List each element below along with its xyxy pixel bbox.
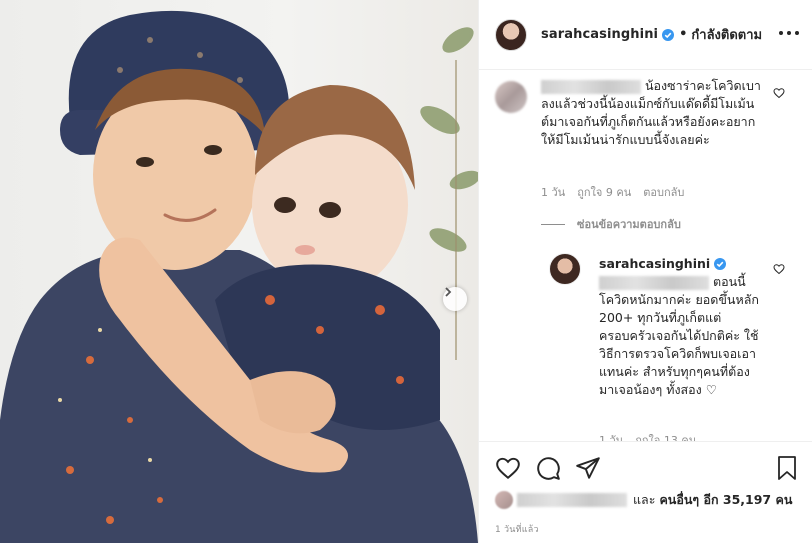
- likes-summary[interactable]: และ คนอื่นๆ อีก 35,197 คน: [495, 490, 792, 510]
- share-icon[interactable]: [575, 455, 601, 481]
- reply-text: ตอนนี้โควิดหนักมากค่ะ ยอดขึ้นหลัก 200+ ท…: [599, 274, 759, 397]
- comment-icon[interactable]: [535, 455, 561, 481]
- liker-username[interactable]: [517, 493, 627, 507]
- post-photo[interactable]: [0, 0, 478, 543]
- post-timestamp: 1 วันที่แล้ว: [495, 525, 539, 535]
- reply-text-block: sarahcasinghini ตอนนี้โควิดหนักมากค่ะ ยอ…: [599, 255, 759, 399]
- reply-time: 1 วัน: [599, 434, 624, 441]
- liker-avatar: [495, 491, 513, 509]
- reply-avatar[interactable]: [549, 253, 581, 285]
- verified-icon: [714, 258, 727, 270]
- likes-and-label: และ: [633, 492, 656, 507]
- post-actions: และ คนอื่นๆ อีก 35,197 คน 1 วันที่แล้ว: [479, 441, 812, 543]
- chevron-right-icon: [445, 287, 452, 297]
- bookmark-icon[interactable]: [775, 455, 799, 481]
- post-header: sarahcasinghini • กำลังติดตาม: [479, 0, 812, 70]
- comment-likes[interactable]: ถูกใจ 9 คน: [577, 183, 631, 201]
- reply-meta: 1 วัน ถูกใจ 13 คน: [599, 431, 696, 441]
- hide-replies-button[interactable]: ซ่อนข้อความตอบกลับ: [541, 215, 681, 233]
- verified-icon: [662, 28, 675, 41]
- post-side-panel: sarahcasinghini • กำลังติดตาม น้องซาร่าค…: [478, 0, 812, 543]
- reply-likes[interactable]: ถูกใจ 13 คน: [635, 431, 696, 441]
- reply-button[interactable]: ตอบกลับ: [643, 183, 684, 201]
- commenter-username[interactable]: [541, 79, 641, 94]
- avatar[interactable]: [495, 18, 527, 51]
- following-button[interactable]: กำลังติดตาม: [691, 24, 762, 45]
- username-link[interactable]: sarahcasinghini: [541, 27, 658, 42]
- comment-meta: 1 วัน ถูกใจ 9 คน ตอบกลับ: [541, 183, 684, 201]
- commenter-avatar[interactable]: [495, 81, 527, 113]
- reply-username[interactable]: sarahcasinghini: [599, 255, 710, 273]
- comment-time: 1 วัน: [541, 186, 566, 199]
- heart-icon[interactable]: [773, 263, 785, 275]
- mentioned-username[interactable]: [599, 275, 709, 290]
- heart-icon[interactable]: [495, 455, 521, 481]
- children-hugging-photo: [0, 10, 478, 543]
- others-count[interactable]: คนอื่นๆ อีก 35,197 คน: [659, 490, 792, 510]
- heart-icon[interactable]: [773, 87, 785, 99]
- more-icon[interactable]: [779, 26, 799, 40]
- divider: [541, 223, 565, 225]
- separator-dot: •: [679, 27, 688, 42]
- comments-list[interactable]: น้องซาร่าคะโควิดเบาลงแล้วช่วงนี้น้องแม็ก…: [479, 71, 812, 441]
- comment-text: น้องซาร่าคะโควิดเบาลงแล้วช่วงนี้น้องแม็ก…: [541, 78, 761, 147]
- next-photo-button[interactable]: [443, 287, 467, 311]
